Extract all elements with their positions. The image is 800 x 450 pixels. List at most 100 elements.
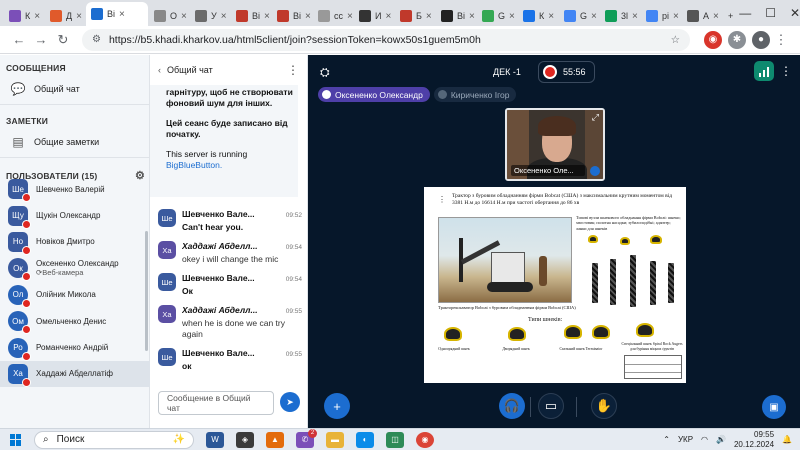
windows-start-icon[interactable] [10, 433, 22, 446]
recording-indicator[interactable]: 55:56 [538, 61, 595, 83]
public-chat-item[interactable]: 💬 Общий чат [0, 77, 149, 101]
audio-button[interactable]: 🎧 [499, 393, 525, 419]
browser-tab[interactable]: К × [4, 6, 44, 26]
browser-tab[interactable]: Bi × [436, 6, 476, 26]
user-list-item[interactable]: Ом Омельченко Денис [0, 308, 150, 335]
search-label: Поиск [56, 434, 85, 445]
edge-app-icon[interactable]: ◐ [356, 431, 374, 448]
tab-close-icon[interactable]: × [76, 11, 82, 22]
browser-tab[interactable]: Б × [395, 6, 435, 26]
user-list-item[interactable]: Ол Олійник Микола [0, 282, 150, 308]
extension-icon[interactable]: ◉ [704, 30, 722, 49]
tab-close-icon[interactable]: × [221, 11, 227, 22]
chrome-app-icon[interactable]: ◉ [416, 431, 434, 448]
slide-options-icon[interactable]: ⋮ [438, 195, 446, 204]
tab-close-icon[interactable]: × [305, 11, 311, 22]
user-list-item[interactable]: Щу Щукін Олександр [0, 202, 150, 229]
browser-tab[interactable]: У × [190, 6, 230, 26]
user-list-item[interactable]: Ро Романченко Андрій [0, 334, 150, 361]
user-list-item[interactable]: Ше Шевченко Валерій [0, 176, 150, 203]
store-app-icon[interactable]: ◫ [386, 431, 404, 448]
notifications-bell-icon[interactable]: 🔔 [782, 435, 792, 444]
clock[interactable]: 09:55 20.12.2024 [734, 430, 774, 448]
tab-close-icon[interactable]: × [509, 11, 515, 22]
browser-tab[interactable]: Bi × [231, 6, 271, 26]
extensions-puzzle-icon[interactable]: ✱ [728, 30, 746, 49]
user-list-item[interactable]: Ок Оксененко Олександр ⟳Веб-камера [0, 255, 150, 282]
shared-notes-item[interactable]: ▤ Общие заметки [0, 130, 149, 154]
tab-close-icon[interactable]: × [34, 11, 40, 22]
browser-tab[interactable]: cc × [313, 6, 353, 26]
browser-tab[interactable]: Д × [45, 6, 85, 26]
tab-close-icon[interactable]: × [713, 11, 719, 22]
forward-icon[interactable]: → [30, 32, 52, 47]
tab-close-icon[interactable]: × [347, 11, 353, 22]
talker-name: Кириченко Ігор [450, 89, 510, 100]
volume-icon[interactable]: 🔊 [716, 435, 726, 444]
actions-plus-button[interactable]: + [324, 393, 350, 419]
minimize-icon[interactable]: — [739, 6, 751, 20]
tab-close-icon[interactable]: × [426, 11, 432, 22]
tab-favicon-icon [236, 10, 248, 22]
tab-close-icon[interactable]: × [264, 11, 270, 22]
chat-options-icon[interactable]: ⋮ [287, 63, 299, 77]
tab-close-icon[interactable]: × [673, 11, 679, 22]
reload-icon[interactable]: ↻ [52, 32, 74, 48]
site-info-icon[interactable]: ⚙ [92, 34, 101, 45]
meeting-options-icon[interactable]: ⋮ [780, 64, 792, 78]
talker-chip[interactable]: Кириченко Ігор [433, 87, 517, 102]
browser-tab[interactable]: Bi × [86, 2, 148, 26]
connection-status-icon[interactable] [754, 61, 774, 81]
browser-tab[interactable]: G × [477, 6, 517, 26]
url-field[interactable]: ⚙ https://b5.khadi.kharkov.ua/html5clien… [82, 28, 690, 51]
user-list-item[interactable]: Но Новіков Дмитро [0, 229, 150, 255]
language-indicator[interactable]: УКР [678, 435, 693, 444]
chevron-left-icon[interactable]: ‹ [158, 65, 161, 75]
app-icon[interactable]: ◈ [236, 431, 254, 448]
new-tab-icon[interactable]: + [723, 6, 738, 26]
tab-close-icon[interactable]: × [548, 11, 554, 22]
tab-close-icon[interactable]: × [385, 11, 391, 22]
browser-menu-icon[interactable]: ⋮ [770, 32, 792, 48]
raise-hand-button[interactable]: ✋ [591, 393, 617, 419]
taskbar-search[interactable]: ⌕ Поиск ✨ [34, 430, 194, 449]
tab-close-icon[interactable]: × [632, 11, 638, 22]
browser-tab[interactable]: 3l × [600, 6, 640, 26]
browser-tab[interactable]: Bi × [272, 6, 312, 26]
browser-tab[interactable]: И × [354, 6, 394, 26]
browser-tab[interactable]: А × [682, 6, 722, 26]
user-list-item[interactable]: Ха Хаддажі Абделлатіф [0, 360, 150, 388]
matlab-app-icon[interactable]: ▲ [266, 431, 284, 448]
message-time: 09:55 [285, 351, 302, 359]
chat-message-input[interactable]: Сообщение в Общий чат [158, 391, 274, 415]
tab-close-icon[interactable]: × [591, 11, 597, 22]
maximize-icon[interactable]: ☐ [765, 6, 776, 20]
bigbluebutton-link[interactable]: BigBlueButton. [166, 160, 222, 170]
browser-tab[interactable]: G × [559, 6, 599, 26]
tray-chevron-icon[interactable]: ⌃ [663, 435, 670, 444]
presentation-toggle-button[interactable]: ▣ [762, 395, 786, 419]
wifi-icon[interactable]: ◠ [701, 435, 708, 444]
camera-button[interactable]: ▭ [538, 393, 564, 419]
browser-tab[interactable]: pi × [641, 6, 681, 26]
tab-close-icon[interactable]: × [469, 11, 475, 22]
file-explorer-icon[interactable]: ▬ [326, 431, 344, 448]
viber-app-icon[interactable]: ✆ 2 [296, 428, 317, 448]
send-button[interactable]: ➤ [280, 392, 300, 412]
webcam-video[interactable]: ⤢ Оксененко Оле... [505, 108, 605, 181]
close-window-icon[interactable]: ✕ [790, 6, 800, 20]
monitor-icon: ▣ [769, 401, 779, 413]
word-app-icon[interactable]: W [206, 431, 224, 448]
talker-chip[interactable]: Оксененко Олександр [318, 87, 430, 102]
user-list-scrollbar[interactable] [145, 231, 148, 351]
tab-close-icon[interactable]: × [119, 9, 125, 20]
profile-avatar-icon[interactable]: ● [752, 30, 770, 49]
back-icon[interactable]: ← [8, 32, 30, 47]
expand-icon[interactable]: ⤢ [592, 112, 599, 123]
tab-label: К [539, 11, 545, 21]
browser-tab[interactable]: О × [149, 6, 189, 26]
browser-tab[interactable]: К × [518, 6, 558, 26]
toggle-userlist-icon[interactable]: ⛭ [320, 65, 330, 80]
tab-close-icon[interactable]: × [181, 11, 187, 22]
bookmark-star-icon[interactable]: ☆ [671, 34, 680, 46]
